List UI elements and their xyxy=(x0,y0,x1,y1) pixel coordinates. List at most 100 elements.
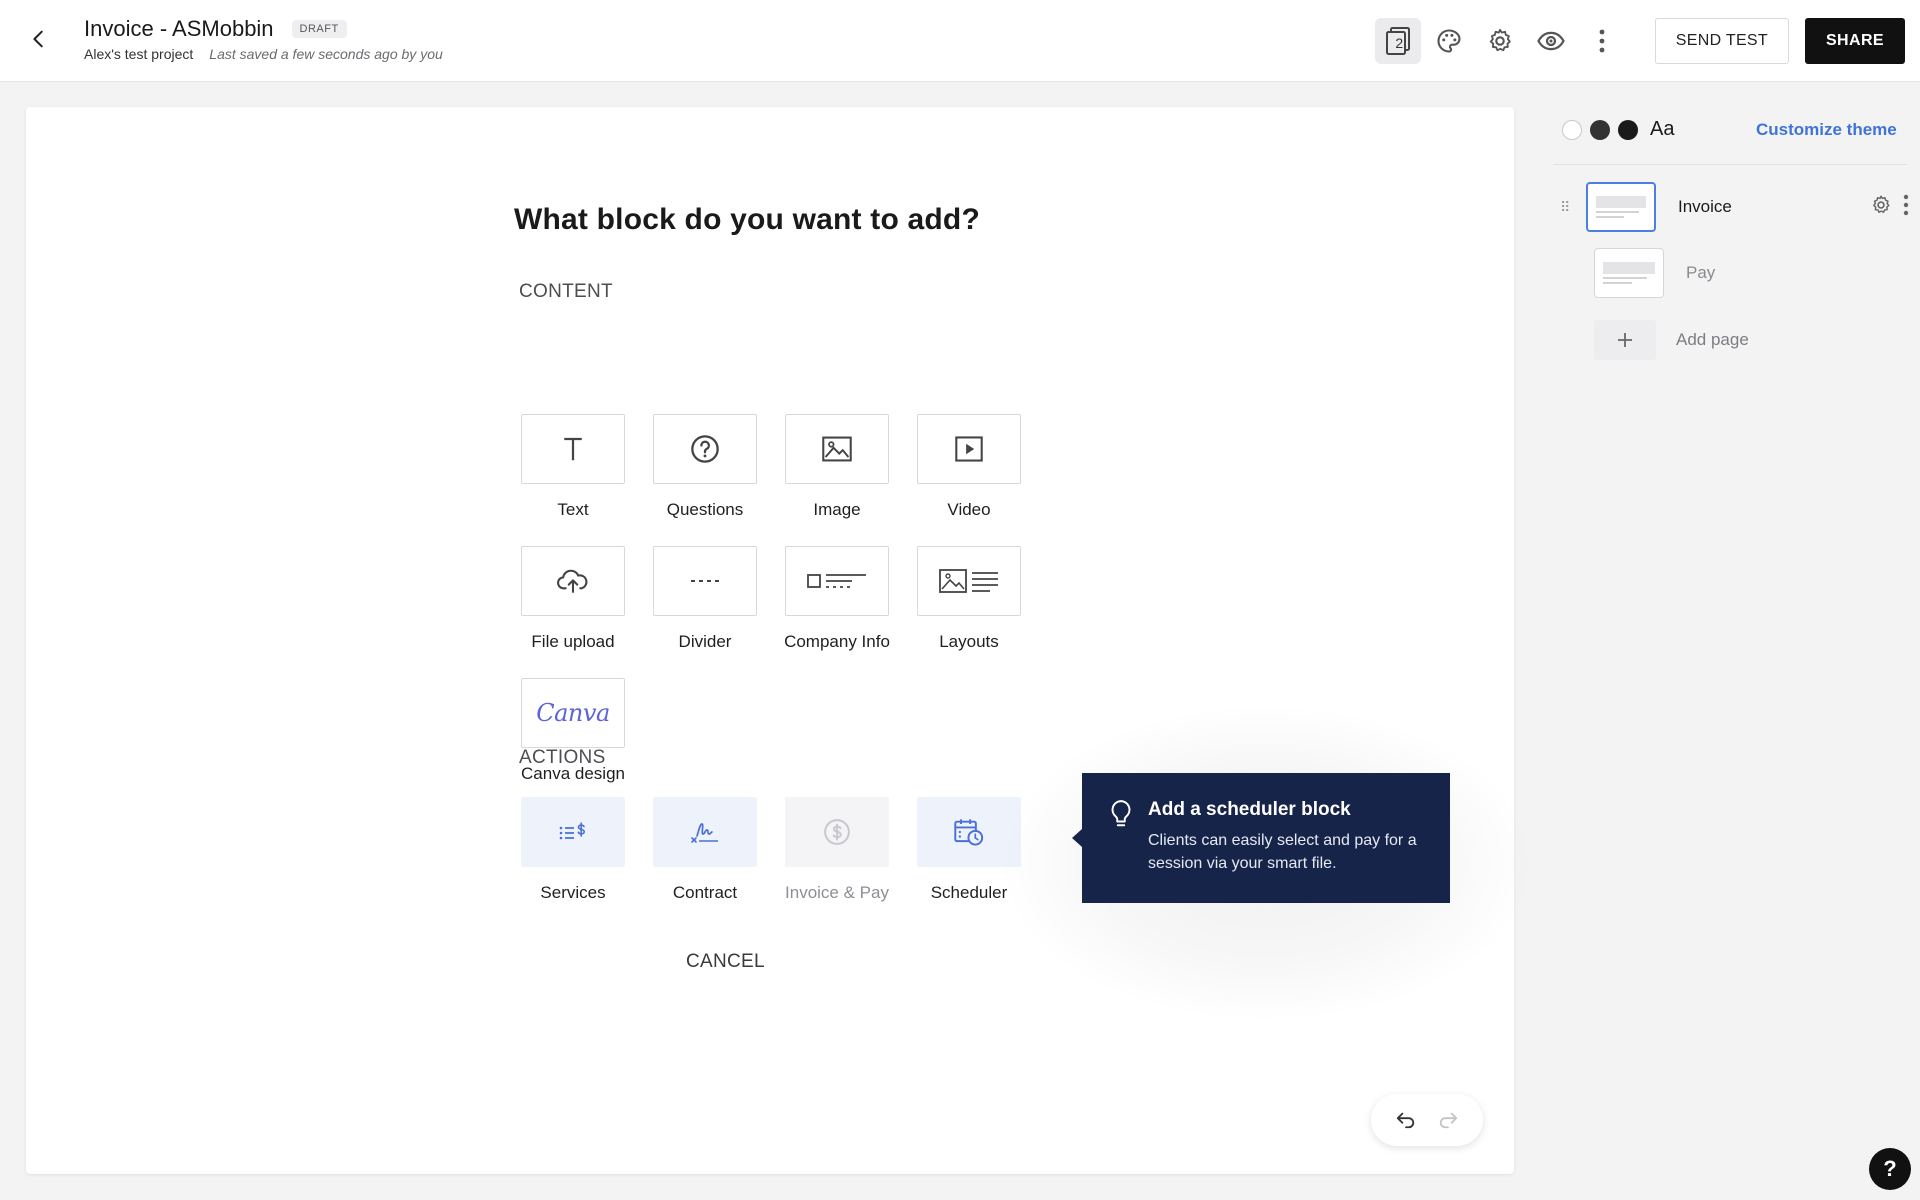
share-button[interactable]: SHARE xyxy=(1804,18,1905,64)
page-item-pay[interactable]: Pay xyxy=(1594,248,1920,298)
preview-button[interactable] xyxy=(1528,18,1574,64)
block-label: Company Info xyxy=(784,632,890,651)
project-name[interactable]: Alex's test project xyxy=(84,46,193,62)
image-icon xyxy=(822,436,852,462)
block-questions[interactable]: Questions xyxy=(650,414,760,520)
cloud-upload-icon xyxy=(557,569,588,593)
subtitle-row: Alex's test project Last saved a few sec… xyxy=(84,46,443,62)
canva-logo: Canva xyxy=(536,699,610,727)
theme-swatch-light xyxy=(1562,119,1582,140)
block-label: Questions xyxy=(666,500,744,519)
block-video-box[interactable] xyxy=(917,414,1021,484)
block-file-upload-box[interactable] xyxy=(521,546,625,616)
block-label: Text xyxy=(557,500,589,519)
text-icon xyxy=(564,437,582,461)
page-name: Pay xyxy=(1686,263,1716,282)
gear-icon xyxy=(1489,28,1511,52)
tooltip-body: Clients can easily select and pay for a … xyxy=(1148,832,1417,872)
block-picker: What block do you want to add? CONTENT T… xyxy=(514,203,1054,972)
eye-icon xyxy=(1536,31,1565,51)
status-badge: DRAFT xyxy=(291,20,347,38)
block-services[interactable]: Services xyxy=(518,797,628,903)
send-test-button[interactable]: SEND TEST xyxy=(1654,18,1789,64)
lightbulb-icon xyxy=(1111,800,1131,827)
calendar-clock-icon xyxy=(954,819,984,846)
customize-theme-link[interactable]: Customize theme xyxy=(1756,120,1897,140)
undo-button[interactable] xyxy=(1389,1103,1423,1137)
block-questions-box[interactable] xyxy=(653,414,757,484)
kebab-menu-icon xyxy=(1599,29,1605,53)
question-circle-icon xyxy=(691,435,719,463)
block-canva-design-box[interactable]: Canva xyxy=(521,678,625,748)
page-name: Invoice xyxy=(1678,197,1732,216)
add-page-box[interactable] xyxy=(1594,320,1656,360)
settings-button[interactable] xyxy=(1477,18,1523,64)
theme-palette-button[interactable] xyxy=(1426,18,1472,64)
top-bar: Invoice - ASMobbin DRAFT Alex's test pro… xyxy=(0,0,1920,82)
block-company-info[interactable]: Company Info xyxy=(782,546,892,652)
back-button[interactable] xyxy=(22,22,56,56)
block-contract-box[interactable] xyxy=(653,797,757,867)
pages-count: 2 xyxy=(1395,35,1404,51)
last-saved-text: Last saved a few seconds ago by you xyxy=(209,46,443,62)
redo-button[interactable] xyxy=(1431,1103,1465,1137)
block-label: Divider xyxy=(678,632,732,651)
palette-icon xyxy=(1437,29,1461,53)
block-label: Image xyxy=(813,500,861,519)
block-company-info-box[interactable] xyxy=(785,546,889,616)
video-play-icon xyxy=(955,436,983,462)
divider-icon xyxy=(691,580,719,582)
page-thumbnail[interactable] xyxy=(1586,182,1656,232)
pages-button[interactable]: 2 xyxy=(1374,18,1421,64)
theme-font-sample: Aa xyxy=(1650,118,1675,140)
dollar-circle-icon xyxy=(824,819,850,845)
block-services-box[interactable] xyxy=(521,797,625,867)
block-image[interactable]: Image xyxy=(782,414,892,520)
block-image-box[interactable] xyxy=(785,414,889,484)
page-thumbnail[interactable] xyxy=(1594,248,1664,298)
drag-handle-icon[interactable]: ⠿ xyxy=(1560,199,1574,216)
block-contract[interactable]: Contract xyxy=(650,797,760,903)
content-section-label: CONTENT xyxy=(519,281,613,302)
services-list-dollar-icon xyxy=(559,822,586,840)
block-label: Services xyxy=(540,883,606,902)
block-label: File upload xyxy=(531,632,615,651)
block-label: Video xyxy=(947,500,991,519)
undo-icon xyxy=(1396,1112,1415,1129)
block-text[interactable]: Text xyxy=(518,414,628,520)
block-divider[interactable]: Divider xyxy=(650,546,760,652)
cancel-button[interactable]: CANCEL xyxy=(686,951,765,973)
page-item-invoice[interactable]: ⠿ Invoice xyxy=(1560,182,1910,232)
title-row: Invoice - ASMobbin DRAFT xyxy=(84,16,347,42)
more-menu-button[interactable] xyxy=(1579,18,1625,64)
kebab-menu-icon[interactable] xyxy=(1902,194,1910,216)
block-layouts[interactable]: Layouts xyxy=(914,546,1024,652)
picker-title: What block do you want to add? xyxy=(514,203,980,236)
block-invoice-pay-box xyxy=(785,797,889,867)
chevron-left-icon xyxy=(33,30,43,48)
add-page-label: Add page xyxy=(1676,330,1749,349)
redo-icon xyxy=(1439,1112,1458,1129)
theme-preview[interactable]: Aa xyxy=(1562,118,1674,141)
block-text-box[interactable] xyxy=(521,414,625,484)
actions-section-label: ACTIONS xyxy=(519,747,606,768)
layouts-icon xyxy=(939,569,998,593)
add-page-button[interactable]: Add page xyxy=(1594,320,1749,360)
header-toolbar: 2 SEND TEST SHARE xyxy=(1370,0,1920,82)
tooltip-title: Add a scheduler block xyxy=(1148,799,1351,820)
gear-icon[interactable] xyxy=(1870,194,1892,216)
block-video[interactable]: Video xyxy=(914,414,1024,520)
document-title[interactable]: Invoice - ASMobbin xyxy=(84,16,274,42)
block-file-upload[interactable]: File upload xyxy=(518,546,628,652)
signature-icon xyxy=(691,823,718,843)
undo-redo-control xyxy=(1371,1094,1483,1146)
block-invoice-pay: Invoice & Pay xyxy=(782,797,892,903)
panel-divider xyxy=(1553,164,1907,165)
theme-swatch-black xyxy=(1618,119,1638,140)
plus-icon xyxy=(1618,333,1632,347)
block-layouts-box[interactable] xyxy=(917,546,1021,616)
help-button[interactable]: ? xyxy=(1869,1148,1911,1190)
block-divider-box[interactable] xyxy=(653,546,757,616)
scheduler-tooltip: Add a scheduler block Clients can easily… xyxy=(1072,773,1450,903)
theme-swatch-dark xyxy=(1590,119,1610,140)
